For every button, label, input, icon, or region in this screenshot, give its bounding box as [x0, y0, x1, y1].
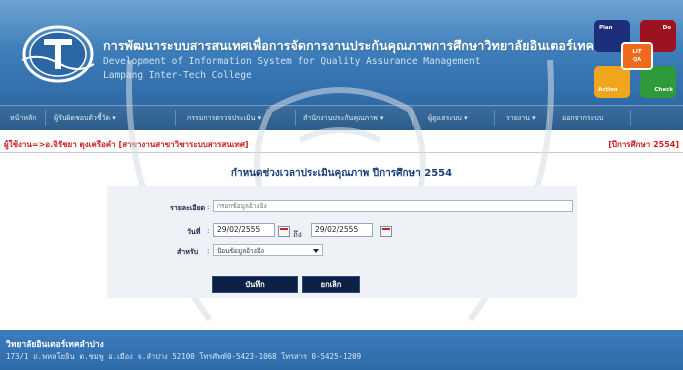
- date-from-input[interactable]: 29/02/2555: [213, 223, 275, 237]
- chevron-down-icon: ▾: [257, 114, 262, 122]
- college-logo-icon: [21, 25, 95, 83]
- footer-address: 173/1 ถ.พหลโยธิน ต.ชมพู อ.เมือง จ.ลำปาง …: [6, 352, 362, 361]
- chevron-down-icon: ▾: [532, 114, 536, 122]
- colon: :: [207, 203, 210, 211]
- chevron-down-icon: ▾: [464, 114, 468, 122]
- for-select[interactable]: ป้อนข้อมูลอ้างอิง: [213, 244, 323, 256]
- save-button[interactable]: บันทึก: [212, 276, 298, 293]
- system-title-thai: การพัฒนาระบบสารสนเทศเพื่อการจัดการงานประ…: [103, 38, 631, 53]
- date-to-input[interactable]: 29/02/2555: [311, 223, 373, 237]
- nav-logout[interactable]: ออกจากระบบ: [562, 113, 603, 124]
- nav-separator: [494, 110, 495, 126]
- nav-qa-office[interactable]: สำนักงานประกันคุณภาพ ▾: [303, 113, 383, 124]
- colon: :: [207, 227, 210, 235]
- user-info-bar: ผู้ใช้งาน=>อ.จิรัชยา ตุงเครือคำ [สาขางาน…: [0, 137, 683, 151]
- cancel-button[interactable]: ยกเลิก: [302, 276, 360, 293]
- chevron-down-icon: ▾: [112, 114, 116, 122]
- main-navigation: หน้าหลัก ผู้รับผิดชอบตัวชี้วัด ▾ กรรมการ…: [0, 105, 683, 130]
- nav-reports[interactable]: รายงาน ▾: [506, 113, 536, 124]
- nav-separator: [45, 110, 46, 126]
- nav-assessment-committee[interactable]: กรรมการตรวจประเมิน ▾: [187, 113, 261, 124]
- pdca-check: Check: [640, 66, 676, 98]
- dropdown-arrow-icon: [313, 249, 319, 253]
- nav-separator: [548, 110, 549, 126]
- academic-year-label: [ปีการศึกษา 2554]: [608, 140, 679, 149]
- date-label: วันที่: [187, 228, 201, 236]
- nav-indicator-owner[interactable]: ผู้รับผิดชอบตัวชี้วัด ▾: [54, 113, 116, 124]
- calendar-icon[interactable]: [278, 226, 290, 237]
- nav-separator: [175, 110, 176, 126]
- to-label: ถึง: [293, 230, 302, 239]
- pdca-cycle-graphic: Plan Do Action Check LIT QA: [594, 20, 678, 100]
- nav-admin[interactable]: ผู้ดูแลระบบ ▾: [428, 113, 468, 124]
- for-label: สำหรับ: [177, 248, 199, 256]
- nav-separator: [295, 110, 296, 126]
- header-banner: การพัฒนาระบบสารสนเทศเพื่อการจัดการงานประ…: [0, 0, 683, 105]
- detail-label: รายละเอียด: [170, 204, 206, 212]
- current-user-label: ผู้ใช้งาน=>อ.จิรัชยา ตุงเครือคำ [สาขางาน…: [4, 140, 249, 149]
- nav-separator: [412, 110, 413, 126]
- chevron-down-icon: ▾: [379, 114, 384, 122]
- page-title: กำหนดช่วงเวลาประเมินคุณภาพ ปีการศึกษา 25…: [230, 168, 453, 179]
- pdca-action: Action: [594, 66, 630, 98]
- detail-input[interactable]: [213, 200, 573, 212]
- divider: [0, 152, 683, 153]
- calendar-icon[interactable]: [380, 226, 392, 237]
- nav-separator: [630, 110, 631, 126]
- nav-home[interactable]: หน้าหลัก: [10, 113, 36, 124]
- colon: :: [207, 247, 210, 255]
- footer-college-name: วิทยาลัยอินเตอร์เทคลำปาง: [6, 340, 104, 350]
- college-name-english: Lampang Inter-Tech College: [103, 70, 252, 81]
- system-title-english: Development of Information System for Qu…: [103, 56, 481, 67]
- pdca-center-badge: LIT QA: [621, 42, 653, 70]
